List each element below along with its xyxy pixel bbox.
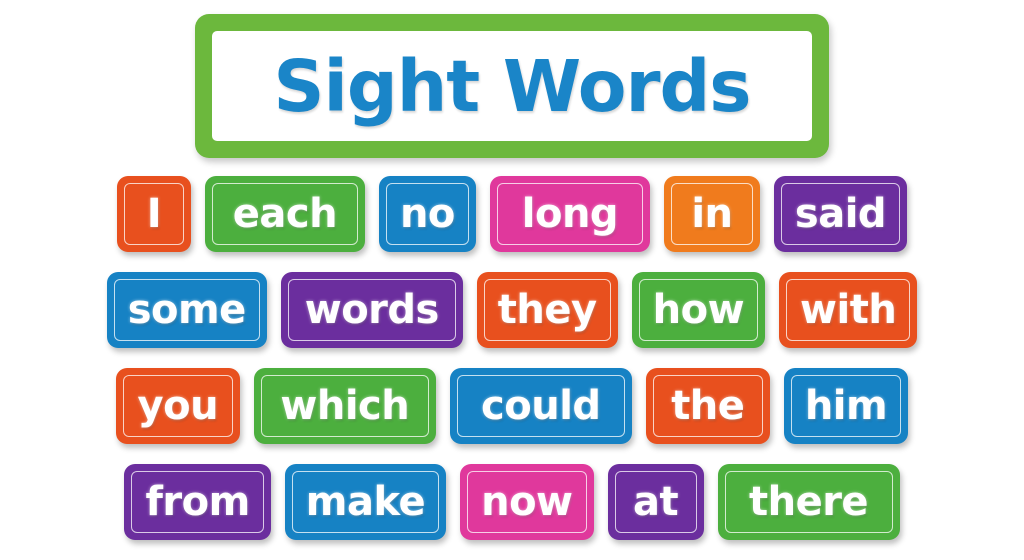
sight-words-poster: Sight Words Ieach no long in said some words th… (0, 0, 1024, 560)
row-4: from make now at there (0, 464, 1024, 540)
word-card-long[interactable]: long (489, 176, 650, 252)
word-label: no (399, 191, 455, 237)
word-label: him (804, 383, 888, 429)
word-card-the[interactable]: the (645, 368, 770, 444)
word-card-some[interactable]: some (106, 272, 267, 348)
word-card-now[interactable]: now (460, 464, 594, 540)
word-card-each[interactable]: each (204, 176, 365, 252)
word-card-in[interactable]: in (663, 176, 760, 252)
word-card-him[interactable]: him (783, 368, 909, 444)
word-label: they (497, 287, 597, 333)
word-card-with[interactable]: with (779, 272, 918, 348)
word-card-make[interactable]: make (284, 464, 447, 540)
title-card: Sight Words (195, 14, 829, 158)
word-label: with (800, 287, 897, 333)
word-label: you (137, 383, 219, 429)
word-label: the (671, 383, 745, 429)
word-card-you[interactable]: you (115, 368, 240, 444)
word-label: words (304, 287, 440, 333)
title-card-inner: Sight Words (212, 31, 812, 141)
word-label: I (146, 191, 162, 237)
word-label: now (481, 479, 573, 525)
poster-title: Sight Words (273, 44, 751, 128)
word-label: could (481, 383, 601, 429)
word-card-they[interactable]: they (476, 272, 618, 348)
word-card-i[interactable]: I (116, 176, 191, 252)
word-card-said[interactable]: said (773, 176, 908, 252)
word-label: which (280, 383, 410, 429)
row-2: some words they how with (0, 272, 1024, 348)
row-3: you which could the him (0, 368, 1024, 444)
word-label: each (232, 191, 338, 237)
word-card-grid: Ieach no long in said some words they how with you… (0, 176, 1024, 560)
word-card-could[interactable]: could (449, 368, 632, 444)
word-label: in (691, 191, 733, 237)
word-label: some (127, 287, 247, 333)
word-label: said (794, 191, 887, 237)
word-card-at[interactable]: at (607, 464, 704, 540)
word-label: there (748, 479, 869, 525)
word-label: make (305, 479, 426, 525)
word-card-there[interactable]: there (717, 464, 900, 540)
word-label: how (652, 287, 745, 333)
row-1: Ieach no long in said (0, 176, 1024, 252)
word-label: from (145, 479, 250, 525)
word-card-words[interactable]: words (280, 272, 463, 348)
word-label: at (632, 479, 679, 525)
word-card-which[interactable]: which (253, 368, 436, 444)
word-card-how[interactable]: how (631, 272, 766, 348)
word-label: long (521, 191, 619, 237)
word-card-from[interactable]: from (124, 464, 271, 540)
word-card-no[interactable]: no (378, 176, 476, 252)
